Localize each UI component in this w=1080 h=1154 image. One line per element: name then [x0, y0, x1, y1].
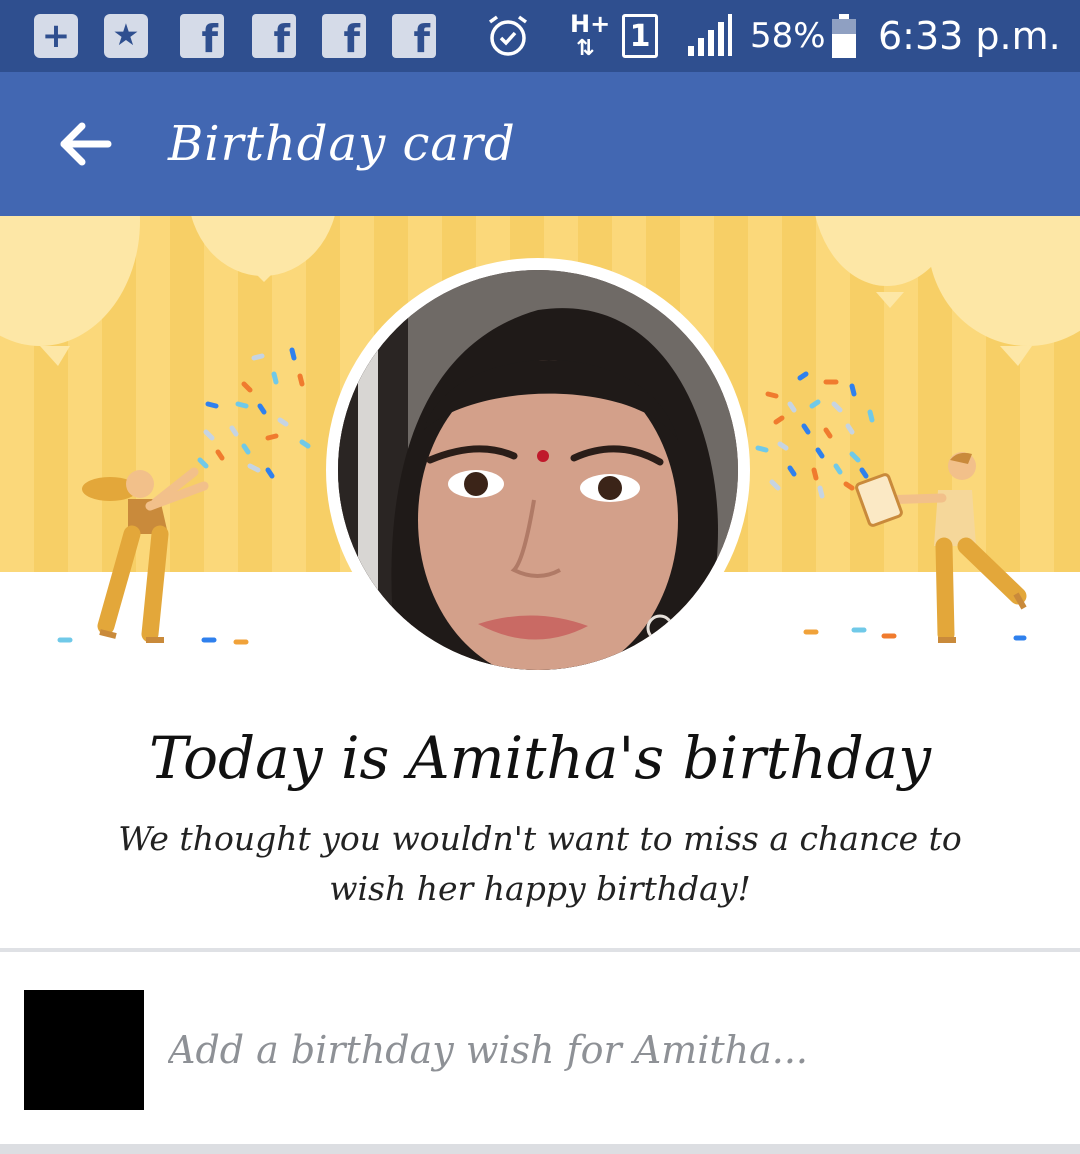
battery-percent: 58%	[750, 16, 826, 56]
status-time: 6:33 p.m.	[878, 14, 1061, 58]
network-type-label: H+	[570, 10, 611, 38]
birthday-subtitle: We thought you wouldn't want to miss a c…	[118, 819, 962, 908]
star-badge-icon: ★	[104, 14, 148, 58]
profile-photo[interactable]	[338, 270, 738, 670]
plus-icon: +	[34, 14, 78, 58]
birthday-headline: Today is Amitha's birthday	[148, 724, 932, 792]
facebook-icon: f	[392, 14, 436, 58]
app-bar: Birthday card	[0, 72, 1080, 216]
battery-icon	[832, 14, 856, 58]
avatar	[24, 990, 144, 1110]
data-arrows-icon: ⇅	[576, 36, 595, 61]
sim-1-icon: 1	[622, 14, 658, 58]
birthday-wish-input[interactable]	[168, 1018, 1048, 1082]
facebook-icon: f	[322, 14, 366, 58]
bottom-divider	[0, 1144, 1080, 1154]
signal-icon	[688, 14, 732, 56]
page-title: Birthday card	[168, 116, 516, 172]
facebook-icon: f	[252, 14, 296, 58]
facebook-icon: f	[180, 14, 224, 58]
profile-portrait	[338, 270, 738, 670]
status-bar: + ★ f f f f H+ ⇅ 1 58% 6:33 p.m.	[0, 0, 1080, 72]
alarm-icon	[488, 15, 528, 56]
back-arrow-icon[interactable]	[56, 120, 112, 168]
sim-slot-label: 1	[629, 18, 651, 54]
